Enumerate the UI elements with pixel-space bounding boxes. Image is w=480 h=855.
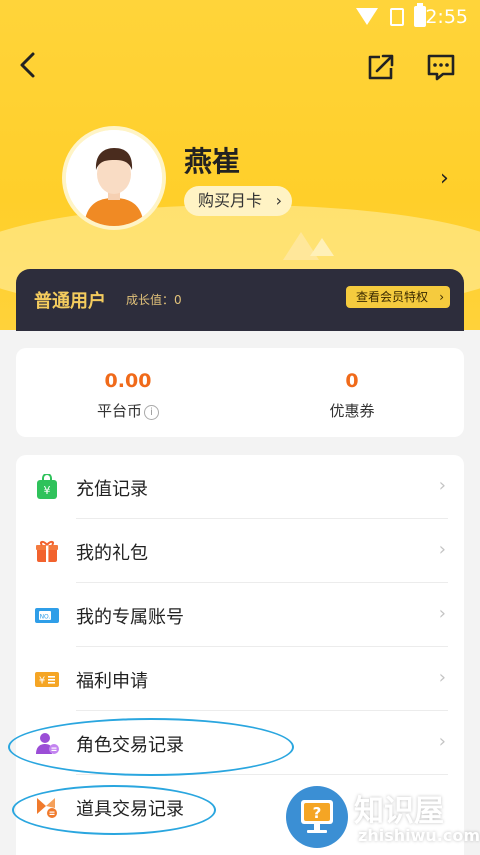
buy-month-card-button[interactable]: 购买月卡 › [184, 186, 293, 216]
chevron-right-icon: › [438, 603, 446, 624]
profile-chevron-right-icon[interactable]: › [440, 166, 449, 191]
menu-item-label: 福利申请 [76, 671, 148, 692]
pyramid-decoration-small [310, 238, 334, 256]
buy-month-card-label: 购买月卡 [198, 191, 263, 210]
highlight-ring-role-trade [8, 718, 294, 776]
menu-item-recharge-records[interactable]: ¥ 充值记录 › [16, 455, 464, 519]
chevron-right-icon: › [438, 731, 446, 752]
back-arrow-icon[interactable] [14, 50, 44, 80]
assets-card: 0.00 平台币 i 0 优惠券 [16, 348, 464, 437]
username: 燕崔 [184, 145, 241, 178]
svg-text:¥: ¥ [44, 484, 51, 497]
wifi-icon [356, 8, 378, 25]
growth-value: 成长值：0 [126, 293, 182, 307]
chevron-right-icon: › [438, 667, 446, 688]
watermark-badge: ? [286, 786, 348, 848]
gift-icon [36, 541, 58, 562]
svg-text:?: ? [313, 804, 322, 822]
svg-text:¥: ¥ [39, 676, 45, 687]
share-icon[interactable] [364, 50, 398, 84]
info-icon[interactable]: i [144, 405, 159, 420]
coupon-value: 0 [345, 370, 359, 392]
chevron-right-icon: › [275, 191, 283, 210]
view-privileges-button[interactable]: 查看会员特权 › [345, 286, 450, 308]
highlight-ring-item-trade [12, 785, 216, 835]
menu-item-label: 我的专属账号 [76, 607, 184, 628]
platform-coin-label: 平台币 [96, 402, 142, 420]
watermark-name: 知识屋 [354, 794, 444, 829]
member-level: 普通用户 [34, 291, 106, 312]
menu-item-label: 充值记录 [76, 479, 148, 500]
menu-item-exclusive-account[interactable]: NO. 我的专属账号 › [16, 583, 464, 647]
avatar[interactable] [66, 130, 162, 226]
view-privileges-label: 查看会员特权 [355, 290, 428, 304]
yen-ticket-icon: ¥ [35, 672, 59, 687]
menu-item-welfare-apply[interactable]: ¥ 福利申请 › [16, 647, 464, 711]
chevron-right-icon: › [438, 475, 446, 496]
chevron-right-icon: › [438, 539, 446, 560]
user-avatar-illustration [66, 130, 162, 226]
watermark-logo: ? 知识屋 zhishiwu.com [286, 786, 480, 848]
svg-text:NO.: NO. [40, 614, 51, 621]
status-bar: 2:55 [0, 0, 480, 34]
coupon-item[interactable]: 0 优惠券 [240, 348, 464, 437]
message-icon[interactable] [424, 50, 458, 84]
menu-item-my-gifts[interactable]: 我的礼包 › [16, 519, 464, 583]
coupon-label: 优惠券 [329, 402, 375, 420]
no-sim-icon [390, 8, 404, 26]
recharge-bag-icon: ¥ [37, 474, 57, 499]
monitor-question-icon: ? [301, 800, 333, 833]
chevron-right-icon: › [439, 290, 444, 304]
status-time: 2:55 [425, 6, 468, 28]
membership-bar: 普通用户 成长值：0 查看会员特权 › [16, 269, 464, 331]
platform-coin-label-row: 平台币 i [16, 400, 240, 421]
platform-coin-item[interactable]: 0.00 平台币 i [16, 348, 240, 437]
platform-coin-value: 0.00 [104, 370, 152, 392]
battery-icon [414, 3, 426, 27]
menu-item-label: 我的礼包 [76, 543, 148, 564]
watermark-url: zhishiwu.com [358, 826, 480, 845]
ticket-no-icon: NO. [35, 608, 59, 623]
